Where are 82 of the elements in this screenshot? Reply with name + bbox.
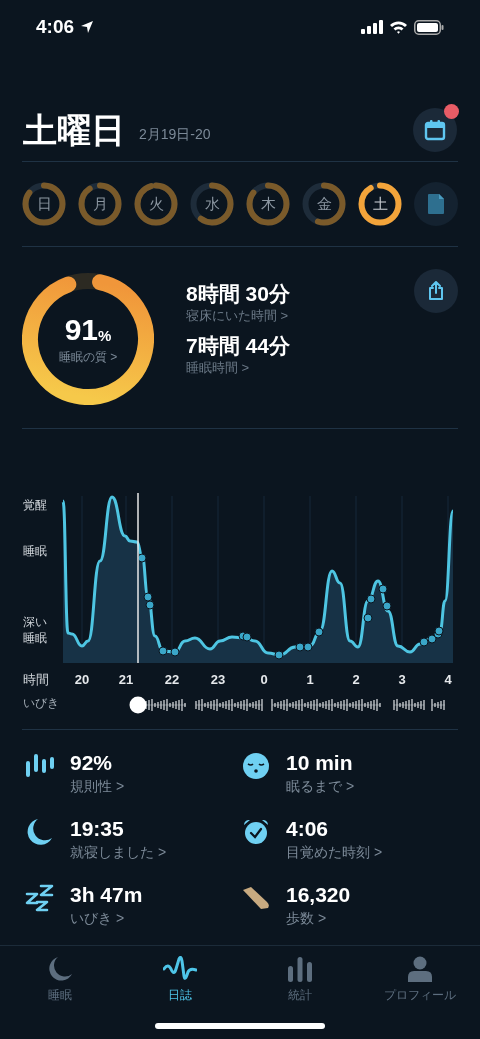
- hour-label: 2: [351, 671, 361, 689]
- date-range: 2月19日-20: [139, 125, 211, 144]
- day-ring-button[interactable]: 金: [302, 182, 346, 226]
- tab[interactable]: 統計: [240, 946, 360, 1008]
- status-time: 4:06: [36, 14, 75, 39]
- sound-event-dot: [143, 592, 153, 602]
- tab[interactable]: プロフィール: [360, 946, 480, 1008]
- metric-value: 7時間 44分: [186, 333, 290, 359]
- report-button[interactable]: [414, 182, 458, 226]
- hour-label: 1: [305, 671, 315, 689]
- day-title: 土曜日: [23, 113, 125, 147]
- stat-link[interactable]: 眠るまで >: [286, 776, 355, 796]
- sound-event-dot: [382, 601, 392, 611]
- sound-event-dot: [378, 584, 388, 594]
- sleepy-face-icon: [242, 752, 270, 780]
- sound-event-dot: [137, 553, 147, 563]
- snore-label: いびき: [23, 695, 59, 712]
- stat-value: 10 min: [286, 750, 354, 776]
- battery-icon: [414, 19, 444, 35]
- stat-link[interactable]: 目覚めた時刻 >: [286, 842, 383, 862]
- hour-label: 23: [209, 671, 227, 689]
- share-icon: [427, 281, 445, 301]
- stat-link[interactable]: 規則性 >: [70, 776, 125, 796]
- stat-value: 19:35: [70, 816, 125, 842]
- stage-label: 覚醒: [23, 497, 48, 513]
- quality-link[interactable]: 睡眠の質 >: [58, 347, 118, 366]
- calendar-icon: [424, 119, 446, 141]
- sound-event-dot: [274, 650, 284, 660]
- stat-link[interactable]: いびき >: [70, 908, 143, 928]
- timeline-handle[interactable]: [129, 696, 147, 714]
- bar-chart-icon: [288, 956, 312, 982]
- share-button[interactable]: [414, 269, 458, 313]
- day-ring-button[interactable]: 日: [22, 182, 66, 226]
- metric-value: 8時間 30分: [186, 281, 290, 307]
- sound-event-dot: [295, 642, 305, 652]
- sound-event-dot: [158, 646, 168, 656]
- sound-event-dot: [427, 634, 437, 644]
- quality-score: 91%: [64, 314, 112, 345]
- sound-event-dot: [366, 594, 376, 604]
- day-ring-button[interactable]: 水: [190, 182, 234, 226]
- hour-label: 3: [397, 671, 407, 689]
- sound-event-dot: [419, 637, 429, 647]
- hour-label: 22: [163, 671, 181, 689]
- shoe-icon: [241, 886, 271, 910]
- day-ring-button[interactable]: 火: [134, 182, 178, 226]
- stat-value: 92%: [70, 750, 114, 776]
- stat-link[interactable]: 歩数 >: [286, 908, 351, 928]
- stage-label: 睡眠: [23, 543, 48, 559]
- axis-title: 時間: [23, 671, 49, 689]
- sound-event-dot: [314, 627, 324, 637]
- moon-icon: [47, 956, 73, 982]
- metric-link[interactable]: 寝床にいた時間 >: [186, 307, 290, 325]
- signal-icon: [361, 20, 383, 34]
- document-icon: [427, 193, 445, 215]
- bars-icon: [25, 753, 55, 779]
- hour-label: 21: [117, 671, 135, 689]
- hour-label: 0: [259, 671, 269, 689]
- sound-event-dot: [363, 613, 373, 623]
- sound-event-dot: [145, 600, 155, 610]
- metric-link[interactable]: 睡眠時間 >: [186, 359, 290, 377]
- moon-icon: [27, 818, 53, 846]
- zzz-icon: [25, 884, 55, 912]
- stat-value: 16,320: [286, 882, 351, 908]
- hour-label: 4: [443, 671, 453, 689]
- stat-link[interactable]: 就寝しました >: [70, 842, 167, 862]
- person-icon: [408, 956, 432, 982]
- wave-icon: [163, 956, 197, 982]
- day-ring-button[interactable]: 木: [246, 182, 290, 226]
- hour-label: 20: [73, 671, 91, 689]
- location-arrow-icon: [80, 20, 95, 34]
- sound-event-dot: [303, 642, 313, 652]
- alarm-clock-icon: [242, 818, 270, 846]
- day-ring-button[interactable]: 月: [78, 182, 122, 226]
- day-ring-button[interactable]: 土: [358, 182, 402, 226]
- sound-event-dot: [242, 632, 252, 642]
- tab[interactable]: 日誌: [120, 946, 240, 1008]
- wifi-icon: [389, 20, 408, 34]
- sound-event-dot: [170, 647, 180, 657]
- stat-value: 4:06: [286, 816, 330, 842]
- tab[interactable]: 睡眠: [0, 946, 120, 1008]
- stage-label: 深い睡眠: [23, 614, 48, 646]
- stat-value: 3h 47m: [70, 882, 143, 908]
